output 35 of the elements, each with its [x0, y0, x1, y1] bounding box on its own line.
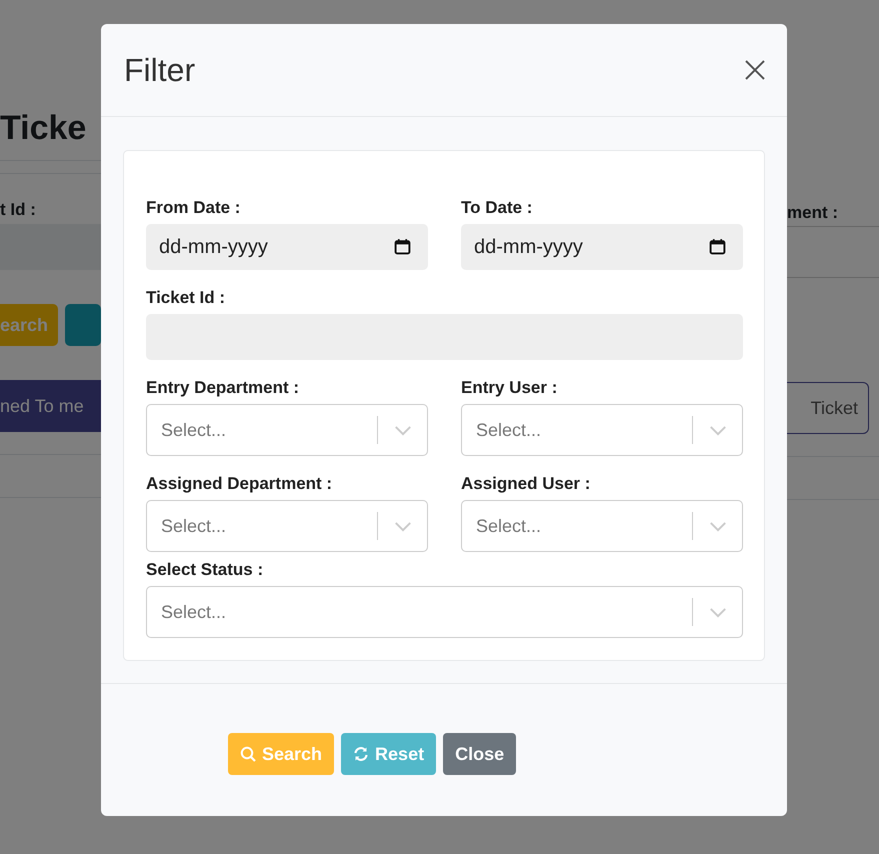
- search-icon: [240, 746, 256, 762]
- ticket-button[interactable]: Ticket: [787, 382, 869, 434]
- field-label: Assigned User :: [461, 474, 592, 494]
- chevron-down-icon[interactable]: [394, 521, 412, 532]
- field-label: Entry Department :: [146, 378, 300, 398]
- refresh-icon: [353, 746, 370, 762]
- calendar-icon[interactable]: [394, 238, 411, 255]
- close-icon[interactable]: [745, 60, 765, 80]
- assigned-tab-button[interactable]: ned To me: [0, 380, 101, 432]
- select-field[interactable]: Select...: [461, 500, 743, 552]
- select-field[interactable]: Select...: [146, 500, 428, 552]
- reset-button[interactable]: Reset: [341, 733, 436, 775]
- field-label: Assigned Department :: [146, 474, 334, 494]
- date-field[interactable]: dd-mm-yyyy: [146, 224, 428, 270]
- field-label: To Date :: [461, 198, 534, 218]
- dialog-title: Filter: [124, 52, 196, 88]
- field-label: From Date :: [146, 198, 242, 218]
- page-title: Ticke: [0, 108, 88, 149]
- calendar-icon[interactable]: [709, 238, 726, 255]
- select-field[interactable]: Select...: [461, 404, 743, 456]
- select-field[interactable]: Select...: [146, 404, 428, 456]
- field-label: t Id :: [0, 200, 37, 220]
- chevron-down-icon[interactable]: [709, 607, 727, 618]
- field-label: Ticket Id :: [146, 288, 226, 308]
- chevron-down-icon[interactable]: [394, 425, 412, 436]
- select-field[interactable]: Select...: [146, 586, 743, 638]
- ticket-id-field[interactable]: [0, 224, 101, 270]
- field-label: Entry User :: [461, 378, 558, 398]
- chevron-down-icon[interactable]: [709, 425, 727, 436]
- field-label: Select Status :: [146, 560, 264, 580]
- reset-button[interactable]: [64, 304, 101, 346]
- close-button[interactable]: Close: [443, 733, 516, 775]
- chevron-down-icon[interactable]: [709, 521, 727, 532]
- date-field[interactable]: dd-mm-yyyy: [461, 224, 743, 270]
- field-label: ment :: [787, 203, 839, 223]
